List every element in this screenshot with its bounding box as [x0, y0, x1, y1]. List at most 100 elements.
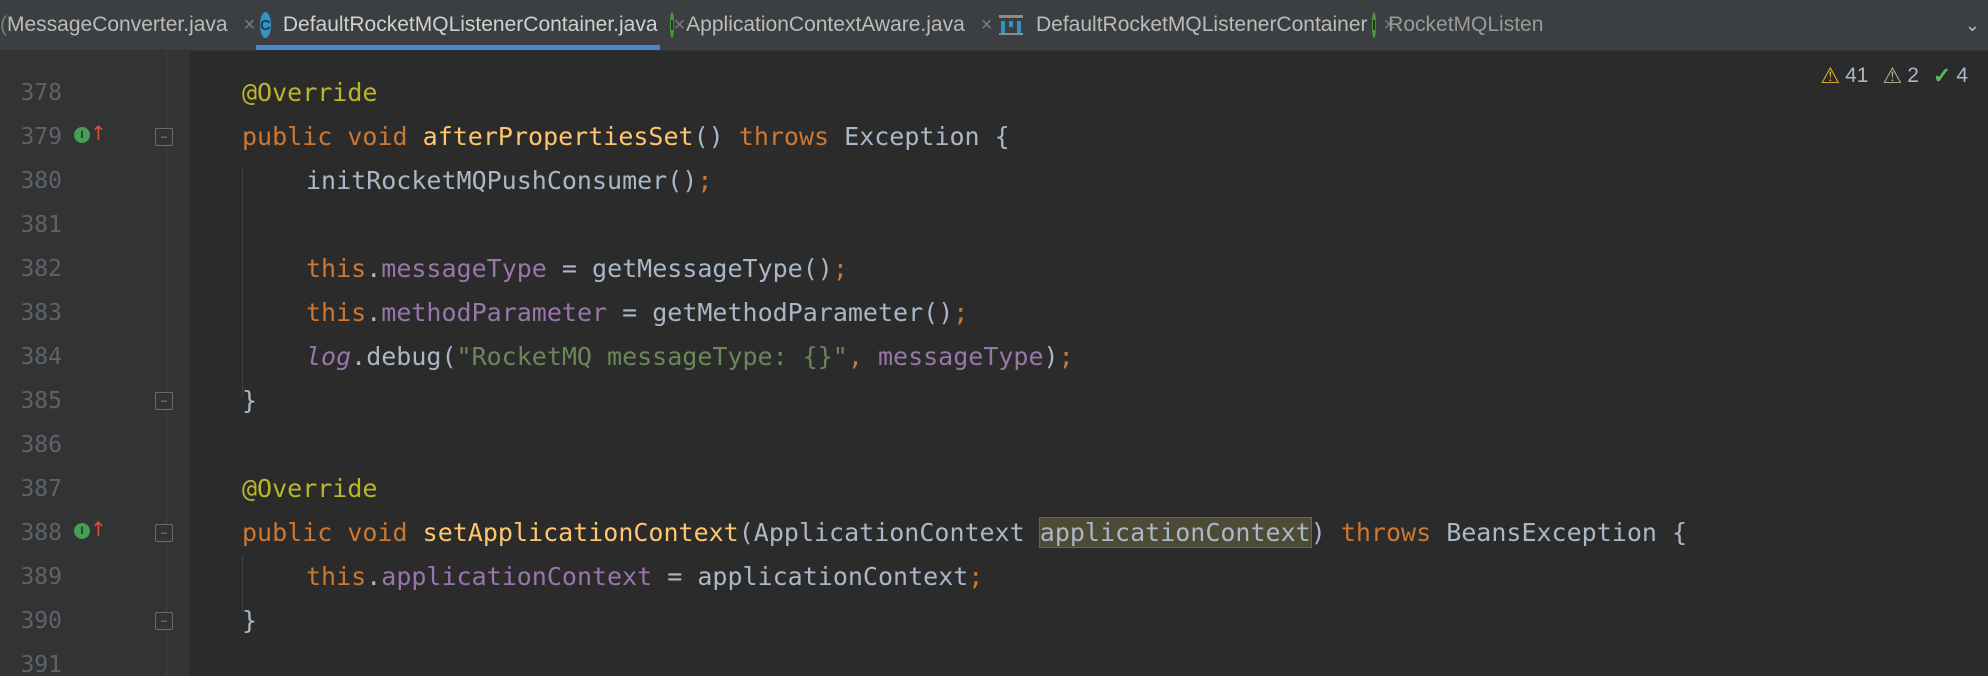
- tab-application-context-aware[interactable]: I ApplicationContextAware.java ×: [670, 0, 993, 50]
- code-text: @Override: [242, 467, 377, 511]
- parens: (): [693, 122, 724, 151]
- code-text: @Override: [242, 71, 377, 115]
- code-text: this.messageType = getMessageType();: [306, 247, 848, 291]
- tab-label: RocketMQListen: [1388, 13, 1544, 36]
- keyword: this: [306, 254, 367, 283]
- typos-counter[interactable]: ✓ 4: [1933, 63, 1968, 89]
- editor-tab-bar: ( MessageConverter.java × C DefaultRocke…: [0, 0, 1988, 51]
- field: methodParameter: [381, 298, 608, 327]
- logger-field: log: [306, 342, 352, 371]
- warnings-counter[interactable]: ⚠ 41: [1820, 63, 1868, 89]
- tab-label: ApplicationContextAware.java: [686, 13, 965, 36]
- line-number: 384: [20, 344, 62, 370]
- exception-type: Exception {: [844, 122, 1010, 151]
- tab-label: MessageConverter.java: [7, 13, 228, 36]
- keyword: public: [242, 518, 333, 547]
- active-tab-indicator: [256, 45, 660, 50]
- code-line: 390 − }: [0, 599, 1988, 643]
- implements-method-icon[interactable]: I ↑: [74, 121, 107, 151]
- paren: ): [1310, 518, 1326, 547]
- inspections-widget[interactable]: ⚠ 41 ⚠ 2 ✓ 4: [1820, 63, 1968, 89]
- keyword: this: [306, 298, 367, 327]
- annotation: @Override: [242, 474, 378, 503]
- code-editor[interactable]: 377 378 @Override 379 I ↑ − public void …: [0, 51, 1988, 676]
- close-icon[interactable]: ×: [244, 14, 256, 37]
- method-call: .debug(: [351, 342, 457, 371]
- method-name: setApplicationContext: [422, 518, 739, 547]
- line-number: 377: [0, 51, 62, 65]
- line-number: 390: [20, 608, 62, 634]
- fold-toggle-icon[interactable]: −: [155, 612, 173, 630]
- tab-prefix: (: [0, 13, 7, 36]
- code-line: 387 @Override: [0, 467, 1988, 511]
- tab-structure-diagram[interactable]: DefaultRocketMQListenerContainer ×: [998, 0, 1395, 50]
- line-number: 389: [20, 564, 62, 590]
- highlighted-parameter[interactable]: applicationContext: [1038, 517, 1312, 548]
- paren: ): [1043, 342, 1059, 371]
- class-icon: C: [260, 12, 271, 38]
- warning-icon: ⚠: [1820, 63, 1841, 88]
- code-text: public void afterPropertiesSet() throws …: [242, 115, 1010, 159]
- keyword: void: [347, 122, 408, 151]
- weak-warning-icon: ⚠: [1882, 63, 1903, 88]
- code-text: log.debug("RocketMQ messageType: {}", me…: [306, 335, 1074, 379]
- code-line: 388 I ↑ − public void setApplicationCont…: [0, 511, 1988, 555]
- code-text: public void setApplicationContext(Applic…: [242, 511, 1687, 555]
- tab-label: DefaultRocketMQListenerContainer: [1036, 13, 1368, 36]
- line-number: 382: [20, 256, 62, 282]
- line-number: 379: [20, 124, 62, 150]
- arrow-up-icon: ↑: [90, 121, 107, 145]
- code-text: initRocketMQPushConsumer();: [306, 159, 712, 203]
- code-line: 377: [0, 51, 1988, 65]
- string-literal: "RocketMQ messageType: {}": [456, 342, 848, 371]
- field: applicationContext: [381, 562, 653, 591]
- tab-overflow-chevron-down-icon[interactable]: ⌄: [1965, 0, 1980, 50]
- tab-default-rocketmq-listener-container-java[interactable]: C DefaultRocketMQListenerContainer.java …: [256, 0, 685, 50]
- keyword: void: [347, 518, 408, 547]
- method-call: initRocketMQPushConsumer(): [306, 166, 698, 195]
- line-number: 383: [20, 300, 62, 326]
- code-line: 381: [0, 203, 1988, 247]
- brace: }: [242, 606, 258, 635]
- weak-warnings-counter[interactable]: ⚠ 2: [1882, 63, 1918, 89]
- implements-method-icon[interactable]: I ↑: [74, 517, 107, 547]
- fold-toggle-icon[interactable]: −: [155, 128, 173, 146]
- line-number: 387: [20, 476, 62, 502]
- keyword: this: [306, 562, 367, 591]
- fold-toggle-icon[interactable]: −: [155, 392, 173, 410]
- interface-icon: I: [670, 12, 675, 38]
- close-icon[interactable]: ×: [981, 14, 993, 37]
- fold-toggle-icon[interactable]: −: [155, 524, 173, 542]
- typos-count: 4: [1956, 64, 1968, 87]
- code-text: this.methodParameter = getMethodParamete…: [306, 291, 968, 335]
- arrow-up-icon: ↑: [90, 517, 107, 541]
- method-name: afterPropertiesSet: [422, 122, 694, 151]
- code-line: 380 initRocketMQPushConsumer();: [0, 159, 1988, 203]
- tab-rocketmq-listener[interactable]: I RocketMQListen: [1372, 0, 1544, 50]
- code-text: this.applicationContext = applicationCon…: [306, 555, 983, 599]
- dot: .: [366, 562, 382, 591]
- annotation: @Override: [242, 78, 378, 107]
- dot: .: [366, 298, 382, 327]
- tab-message-converter[interactable]: ( MessageConverter.java ×: [0, 0, 255, 50]
- code-line: 389 this.applicationContext = applicatio…: [0, 555, 1988, 599]
- semicolon: ;: [832, 254, 848, 283]
- structure-diagram-icon: [998, 12, 1024, 38]
- line-number: 381: [20, 212, 62, 238]
- tab-label: DefaultRocketMQListenerContainer.java: [282, 13, 658, 36]
- typo-check-icon: ✓: [1932, 63, 1952, 88]
- semicolon: ;: [953, 298, 969, 327]
- field: messageType: [381, 254, 547, 283]
- line-number: 380: [20, 168, 62, 194]
- brace: }: [242, 386, 258, 415]
- weak-warnings-count: 2: [1907, 64, 1919, 87]
- code-line: 384 log.debug("RocketMQ messageType: {}"…: [0, 335, 1988, 379]
- code-line: 386: [0, 423, 1988, 467]
- keyword: throws: [738, 122, 830, 151]
- keyword: public: [242, 122, 333, 151]
- line-number: 385: [20, 388, 62, 414]
- interface-icon: I: [1372, 12, 1377, 38]
- line-number: 386: [20, 432, 62, 458]
- field: messageType: [877, 342, 1044, 371]
- semicolon: ;: [968, 562, 984, 591]
